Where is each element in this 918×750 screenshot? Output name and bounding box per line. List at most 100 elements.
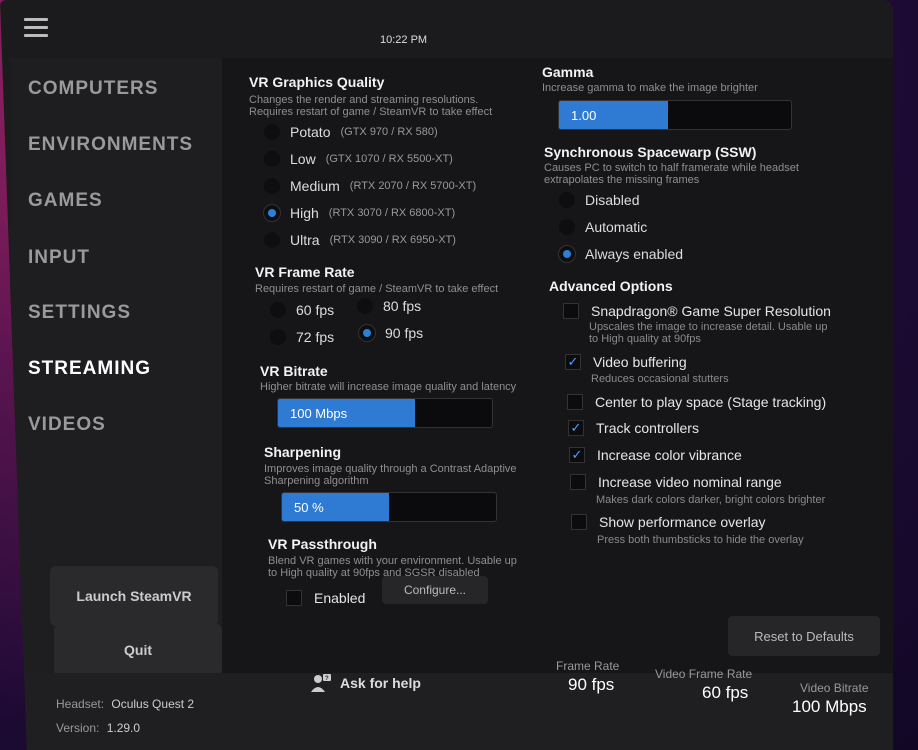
graphics-option-medium[interactable]: Medium (RTX 2070 / RX 5700-XT): [264, 178, 476, 194]
bitrate-slider[interactable]: 100 Mbps: [277, 398, 493, 428]
graphics-option-ultra[interactable]: Ultra (RTX 3090 / RX 6950-XT): [264, 232, 456, 248]
checkbox-icon: [286, 590, 302, 606]
option-label: Automatic: [585, 219, 648, 235]
video-frame-rate-stat-label: Video Frame Rate: [655, 667, 753, 681]
graphics-quality-subtitle-1: Changes the render and streaming resolut…: [249, 94, 479, 106]
checkmark-icon: ✓: [569, 447, 585, 463]
option-note: (GTX 1070 / RX 5500-XT): [325, 153, 453, 165]
radio-icon: [559, 219, 575, 235]
video-bitrate-stat-value: 100 Mbps: [792, 697, 867, 716]
status-bar: Headset: Oculus Quest 2 Version: 1.29.0 …: [0, 659, 893, 750]
stage-tracking-checkbox[interactable]: Center to play space (Stage tracking): [567, 394, 826, 410]
snapdragon-gsr-checkbox[interactable]: Snapdragon® Game Super Resolution: [563, 303, 831, 319]
gamma-title: Gamma: [542, 64, 594, 80]
radio-icon: [264, 178, 280, 194]
option-label: Potato: [290, 124, 331, 140]
ssw-title: Synchronous Spacewarp (SSW): [544, 144, 757, 160]
frame-rate-stat-value: 90 fps: [568, 675, 615, 694]
framerate-option-80[interactable]: 80 fps: [357, 298, 421, 314]
top-bar: 10:22 PM: [0, 0, 893, 56]
gamma-slider[interactable]: 1.00: [558, 100, 792, 130]
bitrate-value: 100 Mbps: [290, 406, 348, 421]
framerate-option-72[interactable]: 72 fps: [270, 329, 334, 345]
launch-steamvr-button[interactable]: Launch SteamVR: [50, 566, 218, 626]
option-label: 90 fps: [385, 325, 424, 341]
clock: 10:22 PM: [380, 34, 428, 46]
radio-icon: [264, 151, 280, 167]
passthrough-enabled-checkbox[interactable]: Enabled: [286, 590, 365, 606]
passthrough-subtitle-1: Blend VR games with your environment. Us…: [268, 555, 517, 567]
radio-selected-icon: [559, 246, 575, 262]
option-label: High: [290, 205, 319, 221]
reset-defaults-button[interactable]: Reset to Defaults: [728, 616, 880, 656]
ssw-option-always-enabled[interactable]: Always enabled: [559, 246, 683, 262]
bitrate-title: VR Bitrate: [260, 363, 328, 379]
sharpening-subtitle-2: Sharpening algorithm: [264, 475, 369, 487]
radio-icon: [264, 124, 280, 140]
version-label: Version: 1.29.0: [56, 721, 140, 735]
svg-text:?: ?: [325, 676, 329, 682]
graphics-option-high[interactable]: High (RTX 3070 / RX 6800-XT): [264, 205, 455, 221]
checkbox-label: Center to play space (Stage tracking): [595, 394, 827, 410]
framerate-option-60[interactable]: 60 fps: [270, 302, 334, 318]
snapdragon-gsr-desc-2: to High quality at 90fps: [589, 333, 701, 345]
option-label: Always enabled: [585, 246, 684, 262]
checkbox-icon: [567, 394, 583, 410]
option-label: 72 fps: [296, 329, 335, 345]
checkbox-label: Increase color vibrance: [597, 447, 742, 463]
sidebar-item-environments[interactable]: ENVIRONMENTS: [28, 134, 193, 156]
sidebar-item-videos[interactable]: VIDEOS: [28, 414, 106, 436]
option-note: (RTX 3090 / RX 6950-XT): [329, 234, 456, 246]
sidebar-item-input[interactable]: INPUT: [28, 247, 90, 269]
radio-icon: [264, 232, 280, 248]
checkbox-label: Track controllers: [596, 420, 699, 436]
headset-label: Headset: Oculus Quest 2: [56, 697, 194, 711]
sidebar-item-streaming[interactable]: STREAMING: [28, 358, 151, 380]
radio-icon: [559, 192, 575, 208]
streaming-settings: VR Graphics Quality Changes the render a…: [222, 58, 893, 673]
nominal-range-desc: Makes dark colors darker, bright colors …: [596, 494, 826, 506]
checkbox-label: Enabled: [314, 590, 366, 606]
graphics-option-potato[interactable]: Potato (GTX 970 / RX 580): [264, 124, 438, 140]
radio-selected-icon: [264, 205, 280, 221]
checkbox-icon: [563, 303, 579, 319]
help-person-icon: ?: [311, 674, 331, 692]
gamma-subtitle: Increase gamma to make the image brighte…: [542, 82, 758, 94]
quit-button[interactable]: Quit: [54, 624, 222, 676]
sidebar-item-games[interactable]: GAMES: [28, 190, 103, 212]
option-label: 80 fps: [383, 298, 422, 314]
checkbox-label: Snapdragon® Game Super Resolution: [591, 303, 831, 319]
bitrate-subtitle: Higher bitrate will increase image quali…: [260, 381, 517, 393]
video-buffering-checkbox[interactable]: ✓ Video buffering: [565, 354, 687, 370]
checkmark-icon: ✓: [565, 354, 581, 370]
radio-selected-icon: [359, 325, 375, 341]
frame-rate-subtitle: Requires restart of game / SteamVR to ta…: [255, 283, 499, 295]
ssw-option-disabled[interactable]: Disabled: [559, 192, 639, 208]
track-controllers-checkbox[interactable]: ✓ Track controllers: [568, 420, 699, 436]
ssw-option-automatic[interactable]: Automatic: [559, 219, 647, 235]
version-label-text: Version:: [56, 721, 100, 735]
video-frame-rate-stat-value: 60 fps: [702, 683, 749, 702]
hamburger-menu-icon[interactable]: [24, 18, 48, 37]
sharpening-subtitle-1: Improves image quality through a Contras…: [264, 463, 517, 475]
ask-for-help-button[interactable]: ? Ask for help: [310, 673, 421, 693]
color-vibrance-checkbox[interactable]: ✓ Increase color vibrance: [569, 447, 742, 463]
configure-button[interactable]: Configure...: [382, 576, 488, 604]
framerate-option-90[interactable]: 90 fps: [359, 325, 423, 341]
option-label: Ultra: [290, 232, 320, 248]
nominal-range-checkbox[interactable]: Increase video nominal range: [570, 474, 782, 490]
checkbox-icon: [570, 474, 586, 490]
option-label: 60 fps: [296, 302, 335, 318]
checkbox-icon: [571, 514, 587, 530]
gamma-value: 1.00: [571, 108, 597, 123]
radio-icon: [270, 302, 286, 318]
sharpening-slider[interactable]: 50 %: [281, 492, 497, 522]
sidebar-item-settings[interactable]: SETTINGS: [28, 302, 131, 324]
video-bitrate-stat-label: Video Bitrate: [800, 681, 869, 695]
sidebar: COMPUTERS ENVIRONMENTS GAMES INPUT SETTI…: [10, 58, 222, 676]
performance-overlay-checkbox[interactable]: Show performance overlay: [571, 514, 766, 530]
graphics-option-low[interactable]: Low (GTX 1070 / RX 5500-XT): [264, 151, 453, 167]
advanced-options-title: Advanced Options: [549, 278, 673, 294]
sidebar-item-computers[interactable]: COMPUTERS: [28, 78, 158, 100]
performance-overlay-desc: Press both thumbsticks to hide the overl…: [597, 534, 804, 546]
